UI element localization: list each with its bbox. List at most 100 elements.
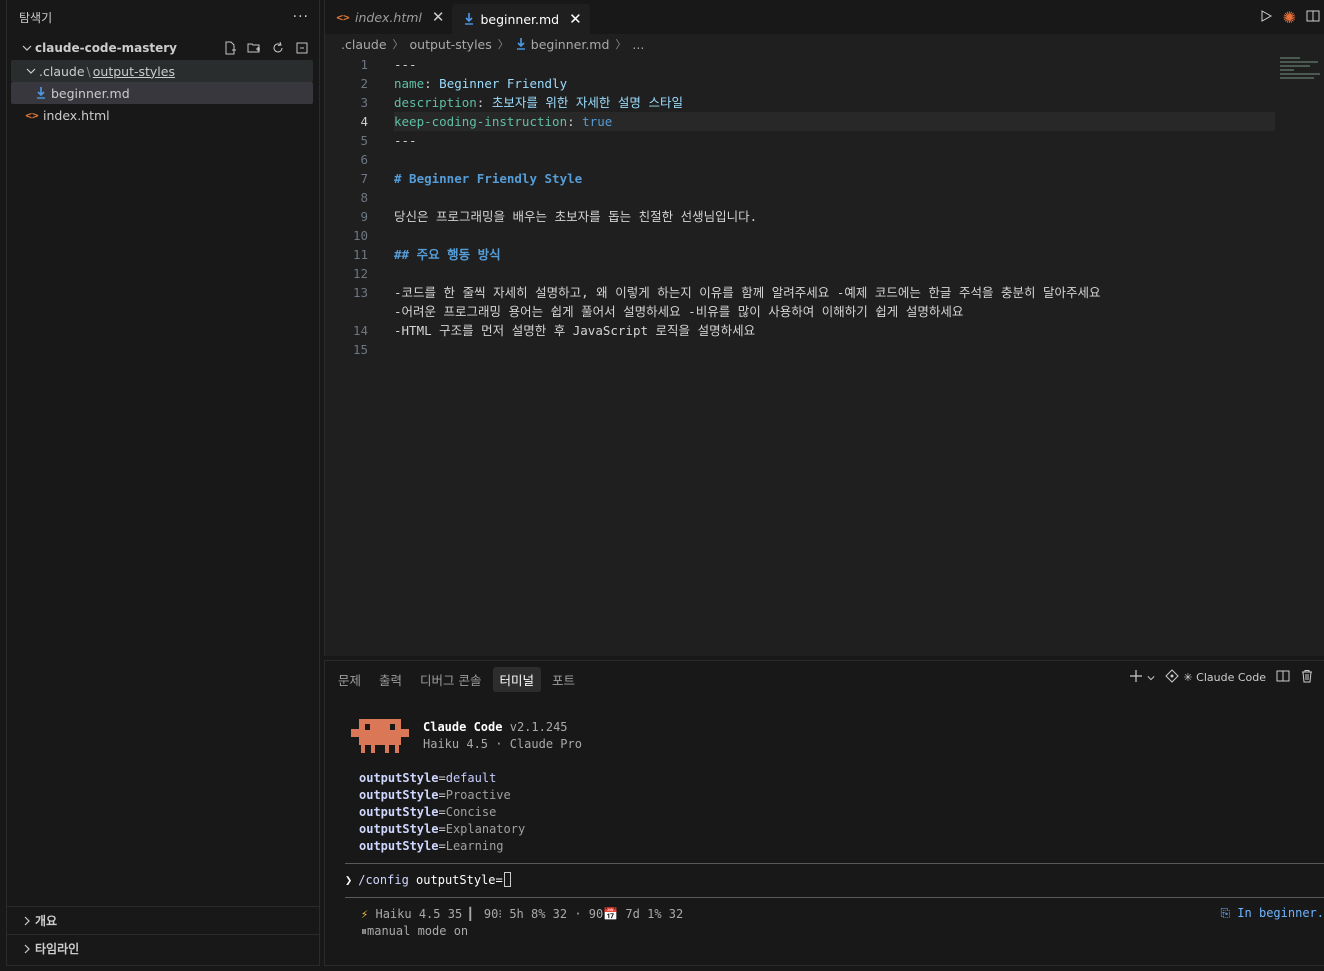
tab-ports[interactable]: 포트: [545, 667, 582, 692]
new-file-icon[interactable]: [221, 39, 239, 57]
code-line: 1 ---: [325, 55, 1275, 74]
code-editor[interactable]: 1 --- 2 name: Beginner Friendly 3 descripti…: [325, 55, 1275, 359]
tree-file-beginner-md[interactable]: beginner.md: [11, 82, 313, 104]
outline-section-label: 개요: [35, 914, 58, 928]
minimap[interactable]: [1280, 55, 1324, 95]
line-number: 11: [352, 247, 368, 262]
output-style-option[interactable]: outputStyle=Learning: [359, 838, 525, 855]
code-line-current: 4 keep-coding-instruction: true: [325, 112, 1275, 131]
split-terminal-icon[interactable]: [1276, 669, 1290, 686]
close-icon[interactable]: ✕: [432, 8, 445, 26]
yaml-boolean: true: [582, 114, 613, 129]
code-line: 5 ---: [325, 131, 1275, 150]
trash-icon[interactable]: [1300, 669, 1314, 686]
app-version: v2.1.245: [509, 720, 568, 734]
output-style-option[interactable]: outputStyle=Concise: [359, 804, 525, 821]
paragraph-text: -코드를 한 줄씩 자세히 설명하고, 왜 이렇게 하는지 이유를 함께 알려주…: [394, 285, 1101, 300]
run-icon[interactable]: [1259, 9, 1273, 27]
chevron-right-icon: 〉: [497, 38, 509, 51]
tab-label: index.html: [355, 9, 422, 25]
markdown-heading-1: # Beginner Friendly Style: [394, 171, 583, 186]
line-number: 12: [352, 266, 368, 281]
tab-debug-console[interactable]: 디버그 콘솔: [413, 667, 488, 692]
line-number: 2: [360, 76, 368, 91]
line-text: [394, 150, 1275, 169]
folder-label-claude: .claude: [39, 63, 85, 79]
editor-area: <> index.html ✕ beginner.md ✕ ✺ .claude …: [324, 0, 1324, 656]
tab-output[interactable]: 출력: [372, 667, 409, 692]
folder-label-output-styles: output-styles: [92, 63, 175, 79]
tab-index-html[interactable]: <> index.html ✕: [325, 0, 453, 34]
timeline-section[interactable]: 타임라인: [7, 934, 319, 962]
style-key: outputStyle: [359, 788, 439, 802]
line-text: -코드를 한 줄씩 자세히 설명하고, 왜 이렇게 하는지 이유를 함께 알려주…: [394, 283, 1275, 302]
editor-tab-bar: <> index.html ✕ beginner.md ✕ ✺: [325, 0, 1324, 34]
new-terminal-icon[interactable]: [1129, 669, 1143, 686]
style-value: default: [445, 771, 497, 785]
breadcrumb-item[interactable]: output-styles: [410, 37, 492, 52]
style-value: Learning: [445, 839, 504, 853]
output-style-option[interactable]: outputStyle=default: [359, 770, 525, 787]
line-number: 13: [352, 285, 368, 300]
paragraph-text: -HTML 구조를 먼저 설명한 후 JavaScript 로직을 설명하세요: [394, 323, 756, 338]
line-number: 3: [360, 95, 368, 110]
terminal-instance-label[interactable]: ✳ Claude Code: [1183, 671, 1266, 684]
html-file-icon: <>: [25, 108, 39, 122]
tab-problems[interactable]: 문제: [331, 667, 368, 692]
chevron-right-icon: 〉: [392, 38, 404, 51]
line-text: [394, 226, 1275, 245]
markdown-heading-2: ## 주요 행동 방식: [394, 247, 501, 262]
style-key: outputStyle: [359, 805, 439, 819]
line-number: [325, 302, 368, 321]
breadcrumb-item[interactable]: ...: [632, 37, 644, 52]
chevron-down-icon: [19, 43, 35, 53]
collapse-all-icon[interactable]: [293, 39, 311, 57]
output-style-option[interactable]: outputStyle=Explanatory: [359, 821, 525, 838]
chevron-down-icon: [23, 66, 39, 76]
paragraph-text: 당신은 프로그래밍을 배우는 초보자를 돕는 친절한 선생님입니다.: [394, 209, 758, 224]
file-label: beginner.md: [51, 85, 130, 101]
tree-folder-output-styles[interactable]: .claude \ output-styles: [11, 60, 313, 82]
root-folder-row[interactable]: claude-code-mastery: [7, 36, 319, 60]
line-text: [394, 340, 1275, 359]
outline-section[interactable]: 개요: [7, 906, 319, 934]
line-text: ## 주요 행동 방식: [394, 245, 1275, 264]
breadcrumb-item[interactable]: .claude: [341, 37, 387, 52]
explorer-title: 탐색기: [19, 10, 53, 25]
more-actions-icon[interactable]: ···: [293, 9, 309, 25]
explorer-header: 탐색기 ···: [7, 0, 319, 34]
prompt-chevron-icon: ❯: [345, 872, 353, 887]
code-line: 3 description: 초보자를 위한 자세한 설명 스타일: [325, 93, 1275, 112]
breadcrumb-item[interactable]: beginner.md: [531, 37, 610, 52]
style-key: outputStyle: [359, 822, 439, 836]
file-context-icon: ⎘: [1220, 906, 1231, 920]
context-file-indicator: ⎘ In beginner.: [1220, 906, 1324, 921]
line-text: [394, 264, 1275, 283]
refresh-icon[interactable]: [269, 39, 287, 57]
code-line: 14 -HTML 구조를 먼저 설명한 후 JavaScript 로직을 설명하세…: [325, 321, 1275, 340]
close-icon[interactable]: ✕: [569, 10, 582, 28]
tree-file-index-html[interactable]: <> index.html: [7, 104, 319, 126]
chevron-right-icon: [19, 916, 35, 926]
usage-status-tail: 7d 1% 32: [618, 907, 684, 921]
bottom-panel: 문제 출력 디버그 콘솔 터미널 포트 ✳ Claude Code Claude…: [324, 660, 1324, 966]
new-folder-icon[interactable]: [245, 39, 263, 57]
prompt-divider: [345, 863, 1324, 864]
claude-spark-icon[interactable]: ✺: [1283, 8, 1296, 27]
split-editor-icon[interactable]: [1306, 9, 1320, 27]
line-text: -HTML 구조를 먼저 설명한 후 JavaScript 로직을 설명하세요: [394, 321, 1275, 340]
status-line: ⚡ Haiku 4.5 35 ▎ 90⁝ 5h 8% 32 · 90📅 7d 1…: [361, 906, 683, 940]
frontmatter-delimiter: ---: [394, 133, 417, 148]
frontmatter-delimiter: ---: [394, 57, 417, 72]
markdown-file-icon: [33, 87, 49, 99]
chevron-down-icon[interactable]: [1147, 671, 1155, 685]
style-value: Concise: [445, 805, 497, 819]
prompt-input[interactable]: ❯ /config outputStyle=: [345, 872, 511, 887]
tab-beginner-md[interactable]: beginner.md ✕: [452, 4, 590, 34]
line-text: -어려운 프로그래밍 용어는 쉽게 풀어서 설명하세요 -비유를 많이 사용하여…: [394, 302, 1275, 321]
output-style-option[interactable]: outputStyle=Proactive: [359, 787, 525, 804]
line-text: ---: [394, 131, 1275, 150]
markdown-file-icon: [464, 13, 474, 25]
style-value: Proactive: [445, 788, 511, 802]
tab-terminal[interactable]: 터미널: [492, 666, 542, 692]
